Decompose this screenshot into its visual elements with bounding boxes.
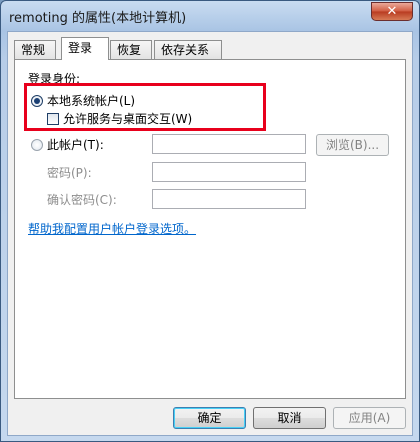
properties-window: remoting 的属性(本地计算机) ✕ 常规 登录 恢复 依存关系 登录身份…: [0, 0, 420, 442]
window-title: remoting 的属性(本地计算机): [9, 11, 187, 26]
red-highlight-box: [24, 83, 266, 131]
apply-button[interactable]: 应用(A): [333, 407, 406, 429]
browse-button[interactable]: 浏览(B)...: [316, 134, 389, 156]
tab-recovery[interactable]: 恢复: [110, 40, 152, 59]
this-account-radio[interactable]: [31, 139, 43, 151]
help-link[interactable]: 帮助我配置用户帐户登录选项。: [28, 220, 196, 237]
password-label: 密码(P):: [47, 166, 92, 180]
cancel-button[interactable]: 取消: [253, 407, 326, 429]
password-input[interactable]: [152, 162, 306, 182]
tab-logon[interactable]: 登录: [61, 37, 109, 60]
close-button[interactable]: ✕: [371, 2, 413, 21]
this-account-label[interactable]: 此帐户(T):: [47, 136, 104, 153]
confirm-password-label: 确认密码(C):: [47, 193, 117, 207]
ok-button[interactable]: 确定: [173, 407, 246, 429]
account-input[interactable]: [152, 134, 306, 154]
title-bar[interactable]: remoting 的属性(本地计算机) ✕: [1, 1, 419, 31]
tab-general[interactable]: 常规: [14, 40, 56, 59]
confirm-password-input[interactable]: [152, 189, 306, 209]
tab-dependencies[interactable]: 依存关系: [154, 40, 222, 59]
close-icon: ✕: [386, 4, 398, 19]
